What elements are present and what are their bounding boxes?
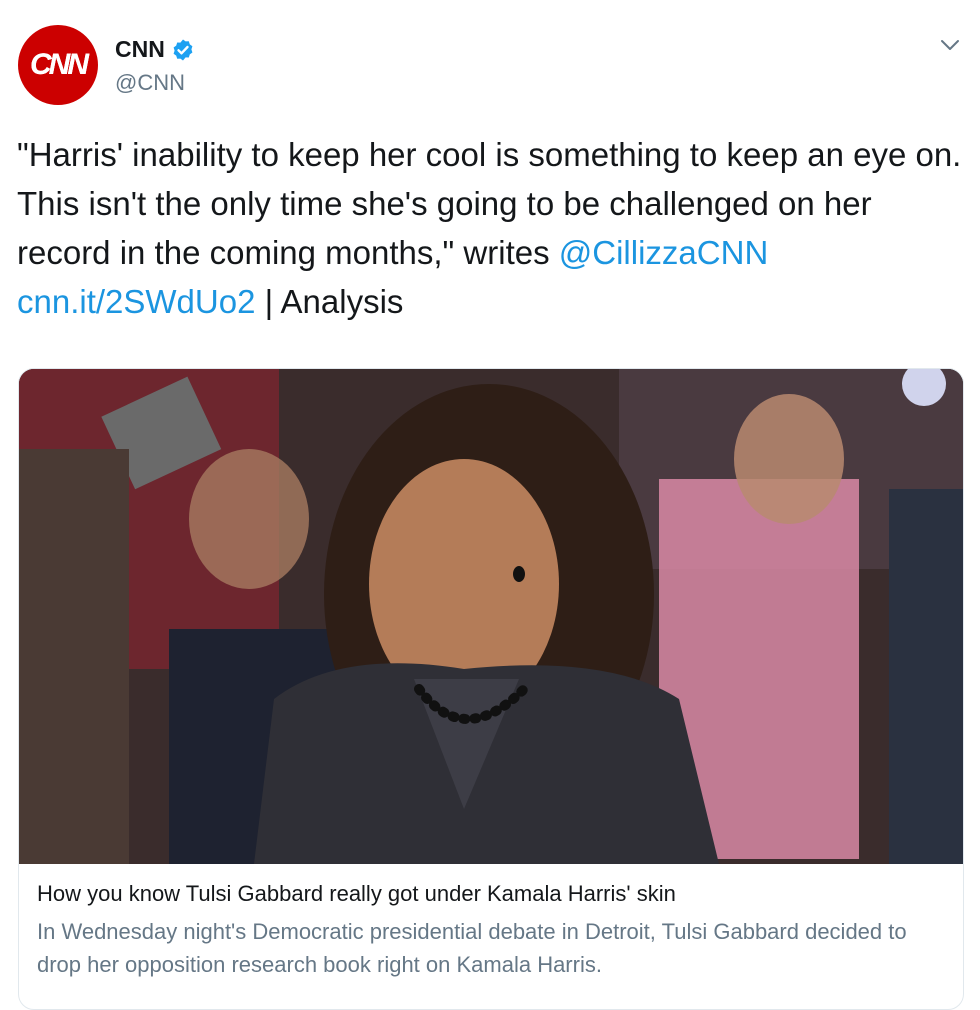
card-photo: [19, 369, 963, 864]
tweet-text-body: "Harris' inability to keep her cool is s…: [17, 136, 962, 271]
handle[interactable]: @CNN: [115, 70, 185, 96]
tweet-text-suffix: | Analysis: [255, 283, 404, 320]
tweet-text: "Harris' inability to keep her cool is s…: [17, 130, 967, 326]
author-name-row: CNN: [115, 36, 195, 63]
chevron-down-icon[interactable]: [940, 38, 960, 52]
card-description: In Wednesday night's Democratic presiden…: [37, 919, 907, 977]
link-card[interactable]: How you know Tulsi Gabbard really got un…: [18, 368, 964, 1010]
card-title[interactable]: How you know Tulsi Gabbard really got un…: [37, 881, 676, 907]
verified-badge-icon: [173, 39, 193, 60]
avatar[interactable]: CNN: [18, 25, 98, 105]
url-link[interactable]: cnn.it/2SWdUo2: [17, 283, 255, 320]
cnn-logo: CNN: [30, 48, 89, 81]
display-name[interactable]: CNN: [115, 36, 165, 63]
tweet: CNN CNN @CNN "Harris' inability to keep …: [0, 0, 980, 1010]
mention-link[interactable]: @CillizzaCNN: [559, 234, 769, 271]
card-image[interactable]: [19, 369, 963, 864]
